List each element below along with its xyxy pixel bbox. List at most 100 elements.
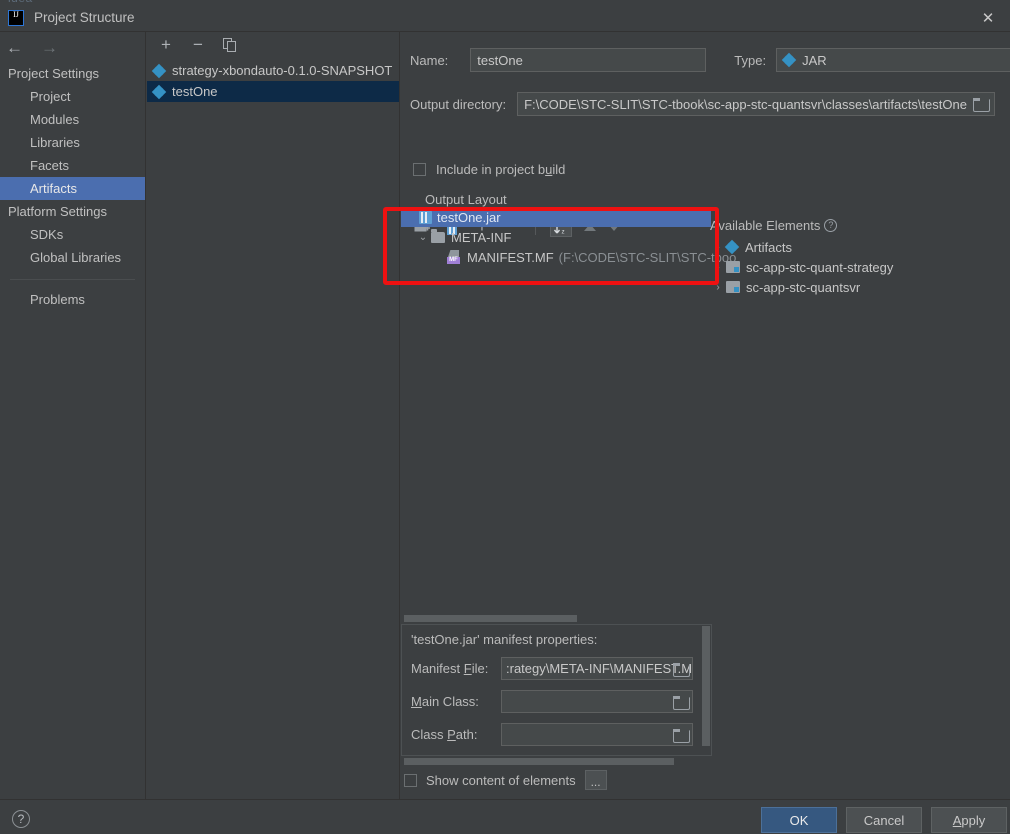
- dialog-footer: ? OK Cancel Apply: [0, 799, 1010, 834]
- available-elements-label: Available Elements: [710, 218, 821, 233]
- show-content-of-elements-label: Show content of elements: [426, 772, 576, 788]
- artifact-label: testOne: [172, 84, 218, 99]
- artifact-name-input[interactable]: testOne: [470, 48, 707, 72]
- forward-arrow-icon[interactable]: →: [41, 39, 58, 56]
- browse-folder-icon[interactable]: [673, 662, 690, 677]
- tree-row[interactable]: MF MANIFEST.MF (F:\CODE\STC-SLIT\STC-tbo…: [401, 247, 736, 267]
- more-options-button[interactable]: ...: [584, 770, 607, 790]
- artifact-type-value: JAR: [802, 52, 827, 68]
- sidebar-item-facets[interactable]: Facets: [0, 154, 145, 177]
- copy-artifact-icon[interactable]: [221, 36, 239, 54]
- available-elements-tree: › Artifacts › sc-app-stc-quant-strategy …: [710, 237, 1010, 297]
- sidebar-group-platform-settings: Platform Settings: [8, 204, 107, 219]
- settings-sidebar: ← → Project Settings Project Modules Lib…: [0, 32, 146, 799]
- tree-twisty[interactable]: ›: [710, 282, 726, 293]
- class-path-row: Class Path:: [402, 723, 711, 746]
- main-class-input[interactable]: [501, 690, 693, 713]
- tree-label: Artifacts: [745, 239, 792, 255]
- close-icon[interactable]: ✕: [966, 4, 1010, 31]
- help-button[interactable]: ?: [12, 810, 30, 828]
- sidebar-item-libraries[interactable]: Libraries: [0, 131, 145, 154]
- output-directory-label: Output directory:: [410, 96, 507, 112]
- manifest-vscrollbar[interactable]: [700, 625, 711, 755]
- ok-button[interactable]: OK: [761, 807, 837, 833]
- scrollbar-thumb[interactable]: [702, 626, 710, 746]
- project-structure-dialog: idea Project Structure ✕ ← → Project Set…: [0, 0, 1010, 834]
- sidebar-divider: [10, 279, 135, 280]
- artifact-diamond-icon: [151, 84, 167, 99]
- tree-label: sc-app-stc-quantsvr: [746, 279, 861, 295]
- apply-button[interactable]: Apply: [931, 807, 1007, 833]
- artifacts-diamond-icon: [724, 239, 740, 255]
- browse-folder-icon[interactable]: [673, 728, 690, 743]
- tree-label: MANIFEST.MF: [467, 249, 554, 265]
- intellij-idea-icon: [8, 9, 24, 26]
- window-title: Project Structure: [34, 10, 135, 25]
- manifest-file-row: Manifest File: :rategy\META-INF\MANIFEST…: [402, 657, 711, 680]
- sidebar-item-problems[interactable]: Problems: [0, 288, 145, 311]
- jar-type-diamond-icon: [781, 52, 797, 68]
- available-elements-header: Available Elements ?: [710, 218, 838, 233]
- output-directory-input[interactable]: F:\CODE\STC-SLIT\STC-tbook\sc-app-stc-qu…: [517, 92, 996, 116]
- help-circle-icon[interactable]: ?: [824, 219, 838, 232]
- remove-artifact-button[interactable]: −: [189, 36, 207, 54]
- list-item[interactable]: strategy-xbondauto-0.1.0-SNAPSHOT: [147, 60, 399, 81]
- output-layout-label: Output Layout: [425, 192, 507, 207]
- tree-label: sc-app-stc-quant-strategy: [746, 259, 894, 275]
- manifest-properties-panel: 'testOne.jar' manifest properties: Manif…: [401, 624, 712, 756]
- tree-row[interactable]: › sc-app-stc-quant-strategy: [710, 257, 1010, 277]
- tree-row[interactable]: › Artifacts: [710, 237, 1010, 257]
- tree-row[interactable]: ⌄ META-INF: [401, 227, 711, 247]
- show-content-of-elements-checkbox[interactable]: [404, 773, 417, 787]
- artifact-label: strategy-xbondauto-0.1.0-SNAPSHOT: [172, 63, 393, 78]
- manifest-file-icon: MF: [447, 250, 461, 264]
- add-artifact-button[interactable]: +: [157, 36, 175, 54]
- main-class-row: Main Class:: [402, 690, 711, 713]
- sidebar-item-artifacts[interactable]: Artifacts: [0, 177, 145, 200]
- manifest-file-label: Manifest File:: [411, 661, 489, 676]
- tree-row[interactable]: › sc-app-stc-quantsvr: [710, 277, 1010, 297]
- title-bar: Project Structure ✕: [0, 4, 1010, 31]
- tree-twisty[interactable]: ›: [710, 242, 726, 253]
- type-label: Type:: [734, 52, 767, 68]
- sidebar-item-modules[interactable]: Modules: [0, 108, 145, 131]
- tree-row[interactable]: testOne.jar: [401, 207, 711, 227]
- list-item[interactable]: testOne: [147, 81, 399, 102]
- show-content-row: Show content of elements ...: [404, 770, 607, 790]
- main-class-label: Main Class:: [411, 694, 479, 709]
- scrollbar-thumb[interactable]: [404, 758, 674, 765]
- back-arrow-icon[interactable]: ←: [6, 39, 23, 56]
- tree-twisty-expanded[interactable]: ⌄: [415, 232, 431, 243]
- sidebar-item-sdks[interactable]: SDKs: [0, 223, 145, 246]
- jar-icon: [419, 210, 432, 224]
- output-directory-value: F:\CODE\STC-SLIT\STC-tbook\sc-app-stc-qu…: [524, 96, 967, 112]
- include-in-project-build-checkbox[interactable]: [413, 163, 426, 176]
- tree-twisty[interactable]: ›: [710, 262, 726, 273]
- sidebar-group-project-settings: Project Settings: [8, 66, 100, 81]
- class-path-label: Class Path:: [411, 727, 478, 742]
- browse-folder-icon[interactable]: [673, 695, 690, 710]
- scrollbar-thumb[interactable]: [404, 615, 577, 622]
- artifact-type-select[interactable]: JAR: [776, 48, 1010, 72]
- module-icon: [726, 281, 740, 293]
- tree-label: testOne.jar: [437, 209, 501, 225]
- browse-folder-icon[interactable]: [973, 97, 991, 112]
- artifacts-toolbar: + −: [147, 32, 399, 58]
- cancel-button[interactable]: Cancel: [846, 807, 922, 833]
- manifest-hscrollbar[interactable]: [401, 757, 712, 766]
- manifest-properties-title: 'testOne.jar' manifest properties:: [411, 632, 598, 647]
- sidebar-nav-arrows: ← →: [0, 32, 145, 62]
- folder-icon: [431, 228, 445, 243]
- output-layout-hscrollbar[interactable]: [401, 613, 709, 623]
- name-label: Name:: [410, 52, 449, 68]
- sidebar-item-project[interactable]: Project: [0, 85, 145, 108]
- artifacts-list: strategy-xbondauto-0.1.0-SNAPSHOT testOn…: [147, 60, 399, 102]
- tree-label: META-INF: [451, 229, 512, 245]
- output-layout-tree: testOne.jar ⌄ META-INF MF MANIFEST.MF (F…: [401, 207, 736, 647]
- module-icon: [726, 261, 740, 273]
- class-path-input[interactable]: [501, 723, 693, 746]
- sidebar-item-global-libraries[interactable]: Global Libraries: [0, 246, 145, 269]
- artifact-diamond-icon: [151, 63, 167, 78]
- manifest-file-input[interactable]: :rategy\META-INF\MANIFEST.MF: [501, 657, 693, 680]
- include-in-project-build-label: Include in project build: [436, 162, 566, 177]
